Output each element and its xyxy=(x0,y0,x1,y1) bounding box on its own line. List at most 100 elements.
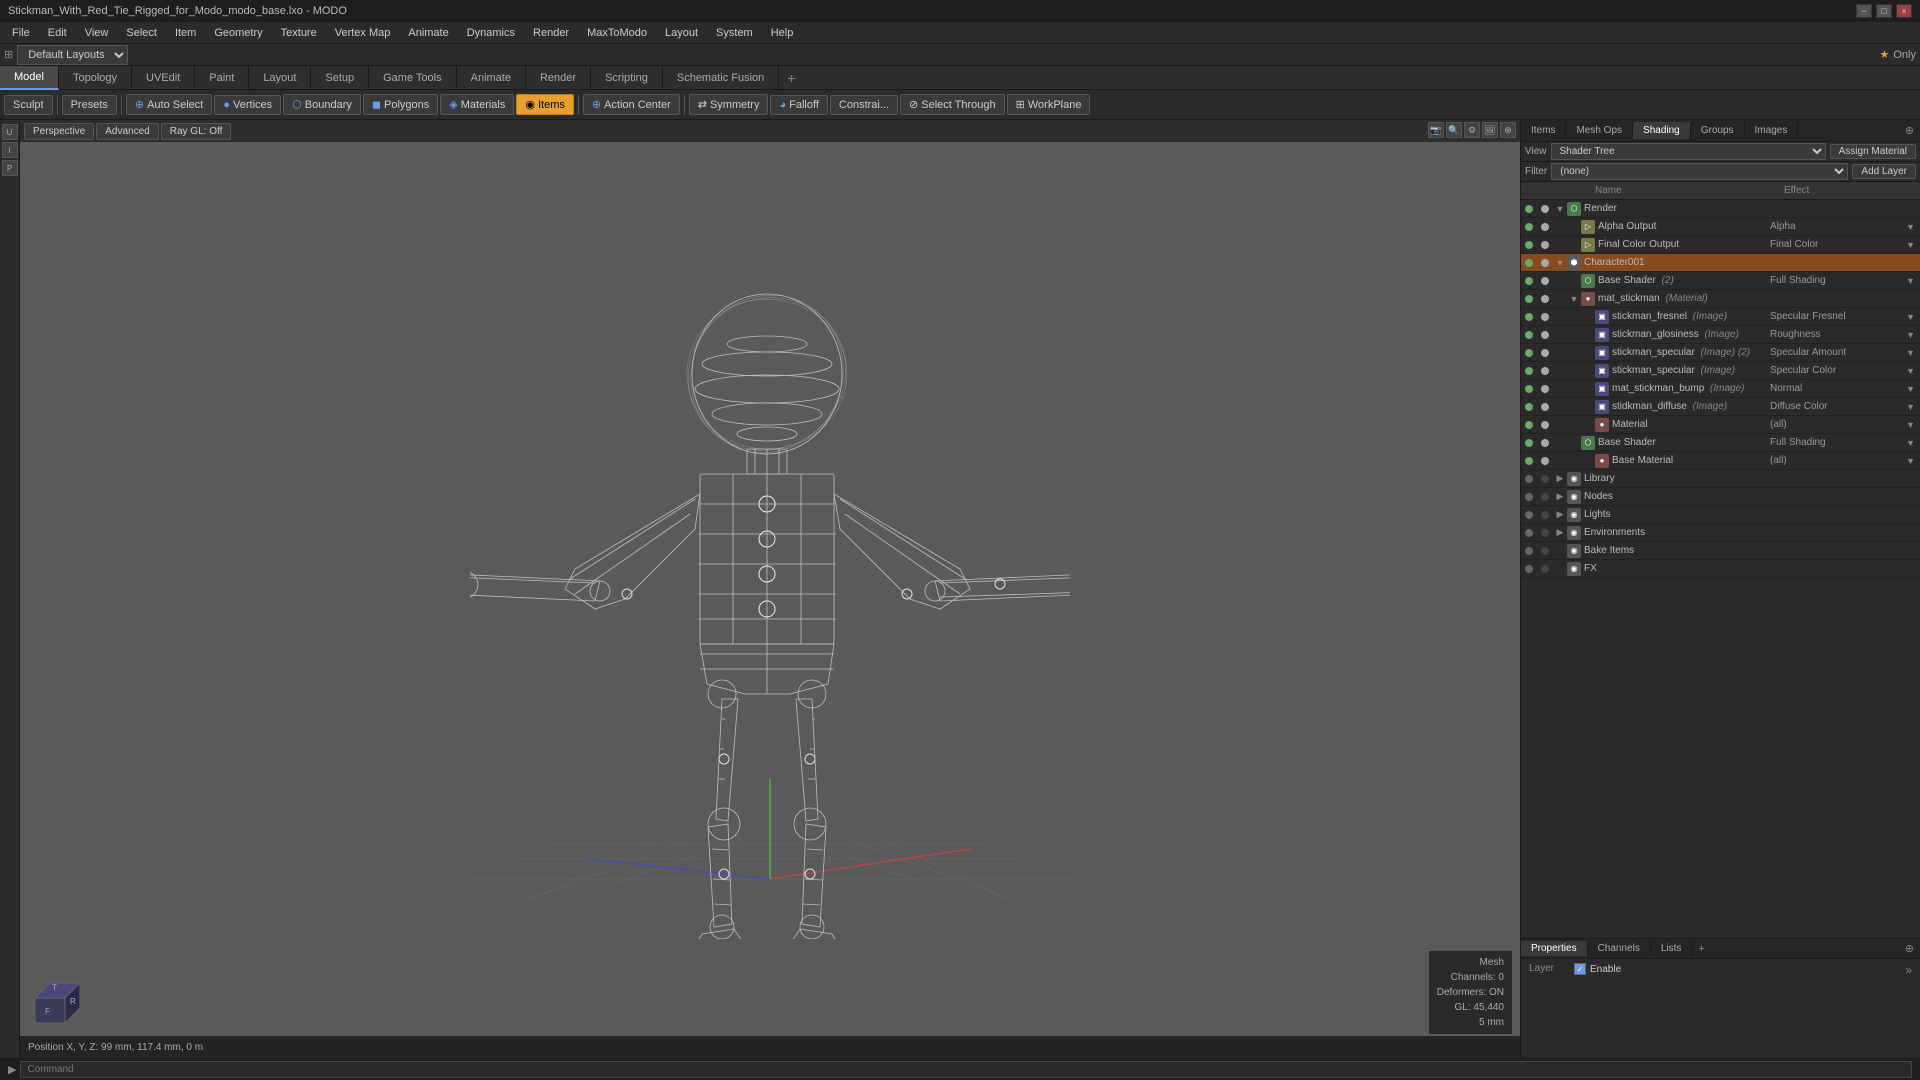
tree-vis-toggle[interactable] xyxy=(1521,326,1537,344)
action-center-button[interactable]: ⊕ Action Center xyxy=(583,94,680,115)
tree-row[interactable]: ▣stickman_glosiness (Image)Roughness▼ xyxy=(1521,326,1920,344)
tree-row[interactable]: ▣stickman_fresnel (Image)Specular Fresne… xyxy=(1521,308,1920,326)
tree-row[interactable]: ⬡Base ShaderFull Shading▼ xyxy=(1521,434,1920,452)
tree-expand-toggle[interactable]: ▶ xyxy=(1553,491,1567,502)
tab-game-tools[interactable]: Game Tools xyxy=(369,66,457,90)
sidebar-icon-3[interactable]: P xyxy=(2,160,18,176)
menu-item-render[interactable]: Render xyxy=(525,25,577,41)
falloff-button[interactable]: ◕ Falloff xyxy=(770,95,827,115)
tree-render-vis-toggle[interactable] xyxy=(1537,254,1553,272)
polygons-button[interactable]: ◼ Polygons xyxy=(363,94,438,115)
tree-effect-arrow[interactable]: ▼ xyxy=(1906,384,1920,394)
tab-topology[interactable]: Topology xyxy=(59,66,132,90)
viewport[interactable]: Perspective Advanced Ray GL: Off 📷 🔍 ⚙ 🖼… xyxy=(20,120,1520,1058)
menu-item-vertex map[interactable]: Vertex Map xyxy=(327,25,399,41)
tree-render-vis-toggle[interactable] xyxy=(1537,470,1553,488)
tree-effect-arrow[interactable]: ▼ xyxy=(1906,348,1920,358)
view-selector[interactable]: Shader Tree xyxy=(1551,143,1826,160)
workplane-button[interactable]: ⊞ WorkPlane xyxy=(1007,94,1091,115)
menu-item-maxtomodo[interactable]: MaxToModo xyxy=(579,25,655,41)
perspective-button[interactable]: Perspective xyxy=(24,123,94,140)
vertices-button[interactable]: ● Vertices xyxy=(214,95,281,115)
sidebar-icon-2[interactable]: I xyxy=(2,142,18,158)
maximize-button[interactable]: □ xyxy=(1876,4,1892,18)
tree-row[interactable]: ▼⬡Render xyxy=(1521,200,1920,218)
tree-vis-toggle[interactable] xyxy=(1521,380,1537,398)
tree-effect-arrow[interactable]: ▼ xyxy=(1906,420,1920,430)
vp-icon-display[interactable]: 🖼 xyxy=(1482,122,1498,138)
bottom-panel-expand[interactable]: ⊕ xyxy=(1899,940,1920,957)
add-layer-button[interactable]: Add Layer xyxy=(1852,164,1916,179)
tree-render-vis-toggle[interactable] xyxy=(1537,200,1553,218)
vp-icon-fullscreen[interactable]: ⊕ xyxy=(1500,122,1516,138)
menu-item-layout[interactable]: Layout xyxy=(657,25,706,41)
tree-vis-toggle[interactable] xyxy=(1521,200,1537,218)
materials-button[interactable]: ◈ Materials xyxy=(440,94,514,115)
tree-vis-toggle[interactable] xyxy=(1521,434,1537,452)
bottom-tab-lists[interactable]: Lists xyxy=(1651,941,1693,956)
tree-vis-toggle[interactable] xyxy=(1521,290,1537,308)
tree-vis-toggle[interactable] xyxy=(1521,416,1537,434)
tree-render-vis-toggle[interactable] xyxy=(1537,218,1553,236)
bottom-tab-add-button[interactable]: + xyxy=(1692,941,1710,957)
tree-row[interactable]: ▶◉Nodes xyxy=(1521,488,1920,506)
tree-row[interactable]: ▣stickman_specular (Image)Specular Color… xyxy=(1521,362,1920,380)
tree-row[interactable]: ▶◉Environments xyxy=(1521,524,1920,542)
minimize-button[interactable]: − xyxy=(1856,4,1872,18)
add-tab-button[interactable]: + xyxy=(779,66,803,90)
tree-vis-toggle[interactable] xyxy=(1521,488,1537,506)
menu-item-animate[interactable]: Animate xyxy=(400,25,456,41)
assign-material-button[interactable]: Assign Material xyxy=(1830,144,1916,159)
tab-paint[interactable]: Paint xyxy=(195,66,249,90)
symmetry-button[interactable]: ⇄ Symmetry xyxy=(689,94,769,115)
tree-render-vis-toggle[interactable] xyxy=(1537,452,1553,470)
panel-tab-items[interactable]: Items xyxy=(1521,122,1566,139)
tree-effect-arrow[interactable]: ▼ xyxy=(1906,240,1920,250)
vp-icon-zoom[interactable]: 🔍 xyxy=(1446,122,1462,138)
tree-render-vis-toggle[interactable] xyxy=(1537,434,1553,452)
tree-row[interactable]: ●Base Material(all)▼ xyxy=(1521,452,1920,470)
tree-effect-arrow[interactable]: ▼ xyxy=(1906,366,1920,376)
items-button[interactable]: ◉ Items xyxy=(516,94,574,115)
tree-expand-toggle[interactable]: ▶ xyxy=(1553,473,1567,484)
tree-vis-toggle[interactable] xyxy=(1521,344,1537,362)
filter-selector[interactable]: (none) xyxy=(1551,163,1848,180)
tree-row[interactable]: ▶◉Library xyxy=(1521,470,1920,488)
tree-vis-toggle[interactable] xyxy=(1521,398,1537,416)
tree-vis-toggle[interactable] xyxy=(1521,308,1537,326)
tree-vis-toggle[interactable] xyxy=(1521,542,1537,560)
tree-row[interactable]: ◉Bake Items xyxy=(1521,542,1920,560)
tree-render-vis-toggle[interactable] xyxy=(1537,542,1553,560)
tree-vis-toggle[interactable] xyxy=(1521,254,1537,272)
nav-cube[interactable]: F T R xyxy=(30,978,80,1028)
tree-vis-toggle[interactable] xyxy=(1521,506,1537,524)
menu-item-geometry[interactable]: Geometry xyxy=(206,25,270,41)
tree-render-vis-toggle[interactable] xyxy=(1537,236,1553,254)
tree-vis-toggle[interactable] xyxy=(1521,524,1537,542)
tree-row[interactable]: ▣mat_stickman_bump (Image)Normal▼ xyxy=(1521,380,1920,398)
menu-item-system[interactable]: System xyxy=(708,25,761,41)
presets-button[interactable]: Presets xyxy=(62,95,117,115)
menu-item-select[interactable]: Select xyxy=(118,25,165,41)
tree-render-vis-toggle[interactable] xyxy=(1537,488,1553,506)
tab-scripting[interactable]: Scripting xyxy=(591,66,663,90)
layout-selector[interactable]: Default Layouts xyxy=(17,45,128,65)
tree-effect-arrow[interactable]: ▼ xyxy=(1906,312,1920,322)
tree-row[interactable]: ▷Final Color OutputFinal Color▼ xyxy=(1521,236,1920,254)
panel-tab-shading[interactable]: Shading xyxy=(1633,122,1691,139)
tab-animate[interactable]: Animate xyxy=(457,66,526,90)
tree-row[interactable]: ⬡Base Shader (2)Full Shading▼ xyxy=(1521,272,1920,290)
tree-row[interactable]: ▣stickman_specular (Image) (2)Specular A… xyxy=(1521,344,1920,362)
tree-effect-arrow[interactable]: ▼ xyxy=(1906,330,1920,340)
menu-item-file[interactable]: File xyxy=(4,25,38,41)
command-input[interactable] xyxy=(20,1061,1912,1078)
tree-vis-toggle[interactable] xyxy=(1521,362,1537,380)
tree-expand-toggle[interactable]: ▼ xyxy=(1553,204,1567,214)
tree-effect-arrow[interactable]: ▼ xyxy=(1906,456,1920,466)
menu-item-help[interactable]: Help xyxy=(763,25,802,41)
tree-expand-toggle[interactable]: ▶ xyxy=(1553,509,1567,520)
tab-model[interactable]: Model xyxy=(0,66,59,90)
bottom-tab-properties[interactable]: Properties xyxy=(1521,941,1588,956)
menu-item-edit[interactable]: Edit xyxy=(40,25,75,41)
menu-item-item[interactable]: Item xyxy=(167,25,204,41)
